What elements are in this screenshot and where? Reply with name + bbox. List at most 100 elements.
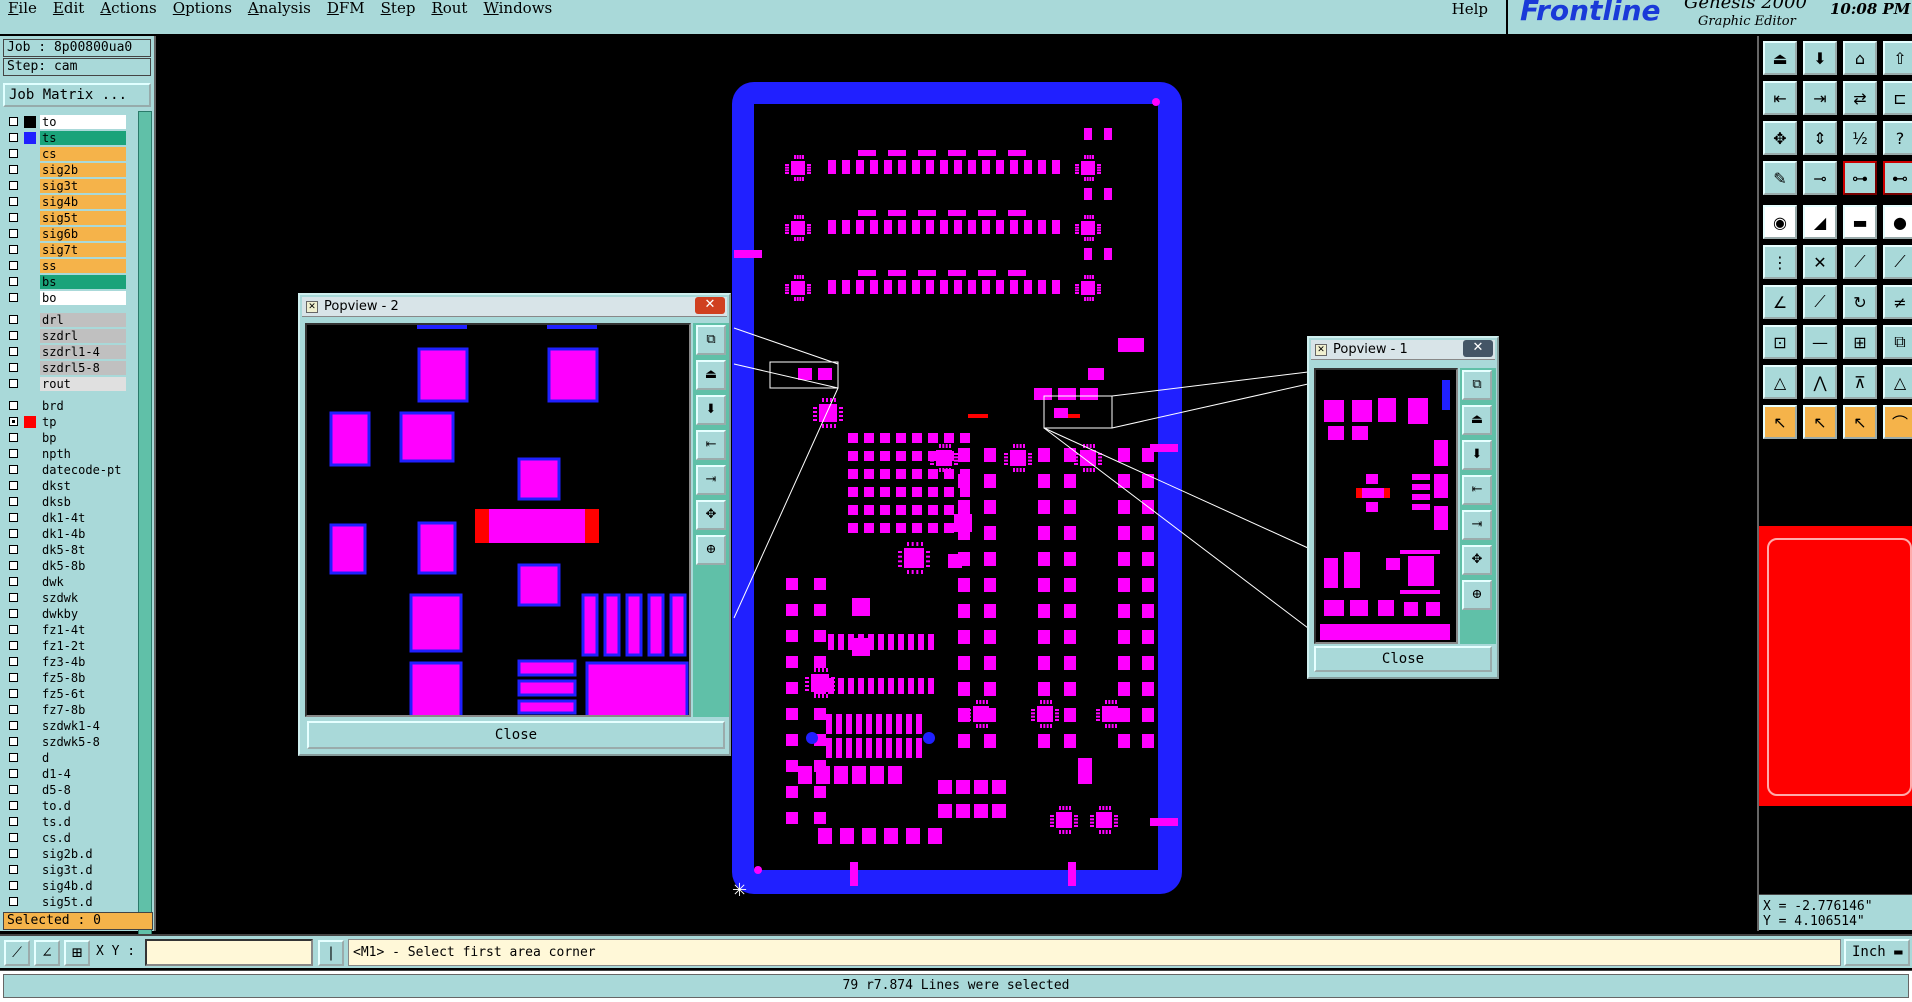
layer-checkbox[interactable] xyxy=(9,315,18,324)
layer-checkbox[interactable] xyxy=(9,401,18,410)
layer-row-dwkby[interactable]: dwkby xyxy=(3,607,137,621)
menu-step[interactable]: Step xyxy=(373,0,424,16)
layer-name[interactable]: szdrl5-8 xyxy=(40,361,126,375)
shape-icon[interactable]: ⊼ xyxy=(1843,365,1877,399)
edit-icon[interactable]: ✎ xyxy=(1763,161,1797,195)
arc-b-icon[interactable]: ⌒ xyxy=(1883,405,1912,439)
top-icon[interactable]: ⇧ xyxy=(1883,41,1912,75)
layer-checkbox[interactable] xyxy=(9,293,18,302)
layer-checkbox[interactable] xyxy=(9,545,18,554)
probe-icon[interactable]: ⊸ xyxy=(1803,161,1837,195)
layer-row-fz5-6t[interactable]: fz5-6t xyxy=(3,687,137,701)
layer-checkbox[interactable] xyxy=(9,261,18,270)
layer-checkbox[interactable] xyxy=(9,117,18,126)
popview-1-view[interactable] xyxy=(1314,368,1458,644)
layer-row-fz1-4t[interactable]: fz1-4t xyxy=(3,623,137,637)
layer-row-sig4b-d[interactable]: sig4b.d xyxy=(3,879,137,893)
route-b-icon[interactable]: ⊷ xyxy=(1883,161,1912,195)
menu-edit[interactable]: Edit xyxy=(45,0,92,16)
layer-name[interactable]: rout xyxy=(40,377,126,391)
layer-checkbox[interactable] xyxy=(9,705,18,714)
layer-name[interactable]: szdrl1-4 xyxy=(40,345,126,359)
layer-checkbox[interactable] xyxy=(9,379,18,388)
layer-name[interactable]: dk1-4b xyxy=(40,527,126,541)
layer-name[interactable]: cs xyxy=(40,147,126,161)
popview-pan-down-icon[interactable]: ⬇ xyxy=(696,395,726,425)
layer-name[interactable]: d xyxy=(40,751,126,765)
line-b-icon[interactable]: ⟋ xyxy=(1883,245,1912,279)
layer-row-d5-8[interactable]: d5-8 xyxy=(3,783,137,797)
layer-row-dk1-4t[interactable]: dk1-4t xyxy=(3,511,137,525)
layer-name[interactable]: dkst xyxy=(40,479,126,493)
layer-row-sig4b[interactable]: sig4b xyxy=(3,195,137,209)
popview-pan-left-icon[interactable]: ⇤ xyxy=(1462,475,1492,505)
popview-1-close-icon[interactable]: ✕ xyxy=(1463,340,1493,357)
layer-name[interactable]: szdwk5-8 xyxy=(40,735,126,749)
layer-row-d1-4[interactable]: d1-4 xyxy=(3,767,137,781)
layer-name[interactable]: sig4b.d xyxy=(40,879,126,893)
job-matrix-button[interactable]: Job Matrix ... xyxy=(3,83,151,107)
layer-row-datecode-pt[interactable]: datecode-pt xyxy=(3,463,137,477)
popview-pan-right-icon[interactable]: ⇥ xyxy=(696,465,726,495)
layer-checkbox[interactable] xyxy=(9,197,18,206)
layer-row-dk5-8b[interactable]: dk5-8b xyxy=(3,559,137,573)
layer-checkbox[interactable] xyxy=(9,449,18,458)
pointer-b-icon[interactable]: ↖ xyxy=(1803,405,1837,439)
layer-name[interactable]: drl xyxy=(40,313,126,327)
layer-row-npth[interactable]: npth xyxy=(3,447,137,461)
layer-row-sig6b[interactable]: sig6b xyxy=(3,227,137,241)
layer-name[interactable]: bs xyxy=(40,275,126,289)
layer-row-sig5t[interactable]: sig5t xyxy=(3,211,137,225)
layer-name[interactable]: szdwk1-4 xyxy=(40,719,126,733)
layer-checkbox[interactable] xyxy=(9,769,18,778)
layer-row-sig3t-d[interactable]: sig3t.d xyxy=(3,863,137,877)
layer-name[interactable]: dwkby xyxy=(40,607,126,621)
line-icon[interactable]: ▬ xyxy=(1843,205,1877,239)
layer-row-dksb[interactable]: dksb xyxy=(3,495,137,509)
layer-name[interactable]: dk1-4t xyxy=(40,511,126,525)
not-equal-icon[interactable]: ≠ xyxy=(1883,285,1912,319)
layer-row-szdrl[interactable]: szdrl xyxy=(3,329,137,343)
layer-row-ts-d[interactable]: ts.d xyxy=(3,815,137,829)
slash-icon[interactable]: ⟋ xyxy=(1803,285,1837,319)
layer-row-dk5-8t[interactable]: dk5-8t xyxy=(3,543,137,557)
layer-name[interactable]: bp xyxy=(40,431,126,445)
layer-name[interactable]: sig4b xyxy=(40,195,126,209)
popview-zoom-area-icon[interactable]: ⊕ xyxy=(1462,580,1492,610)
popview-2-close-button[interactable]: Close xyxy=(307,721,725,749)
popview-2-titlebar[interactable]: ✕ Popview - 2 xyxy=(302,297,727,317)
layer-row-sig2b[interactable]: sig2b xyxy=(3,163,137,177)
layer-row-sig7t[interactable]: sig7t xyxy=(3,243,137,257)
layer-checkbox[interactable] xyxy=(9,689,18,698)
popview-fit-icon[interactable]: ✥ xyxy=(1462,545,1492,575)
layer-name[interactable]: brd xyxy=(40,399,126,413)
popview-fit-icon[interactable]: ✥ xyxy=(696,500,726,530)
layer-name[interactable]: dksb xyxy=(40,495,126,509)
window-icon[interactable]: ⧉ xyxy=(1883,325,1912,359)
layer-row-cs-d[interactable]: cs.d xyxy=(3,831,137,845)
layer-row-szdwk5-8[interactable]: szdwk5-8 xyxy=(3,735,137,749)
layer-name[interactable]: sig7t xyxy=(40,243,126,257)
layer-name[interactable]: fz3-4b xyxy=(40,655,126,669)
layer-row-to[interactable]: to xyxy=(3,115,137,129)
layer-name[interactable]: sig2b.d xyxy=(40,847,126,861)
layer-row-dk1-4b[interactable]: dk1-4b xyxy=(3,527,137,541)
layer-checkbox[interactable] xyxy=(9,641,18,650)
layer-checkbox[interactable] xyxy=(9,165,18,174)
layer-name[interactable]: sig2b xyxy=(40,163,126,177)
layer-checkbox[interactable] xyxy=(9,513,18,522)
layer-name[interactable]: to xyxy=(40,115,126,129)
popview-pan-down-icon[interactable]: ⬇ xyxy=(1462,440,1492,470)
menu-rout[interactable]: Rout xyxy=(423,0,475,16)
layer-row-rout[interactable]: rout xyxy=(3,377,137,391)
pan-down-icon[interactable]: ⬇ xyxy=(1803,41,1837,75)
swap-icon[interactable]: ⇄ xyxy=(1843,81,1877,115)
layer-row-ts[interactable]: ts xyxy=(3,131,137,145)
layer-row-bs[interactable]: bs xyxy=(3,275,137,289)
pointer-icon[interactable]: ↖ xyxy=(1763,405,1797,439)
popview-pan-right-icon[interactable]: ⇥ xyxy=(1462,510,1492,540)
layer-name[interactable]: dk5-8b xyxy=(40,559,126,573)
layer-row-ss[interactable]: ss xyxy=(3,259,137,273)
layer-checkbox[interactable] xyxy=(9,785,18,794)
arc-icon[interactable]: ⋀ xyxy=(1803,365,1837,399)
